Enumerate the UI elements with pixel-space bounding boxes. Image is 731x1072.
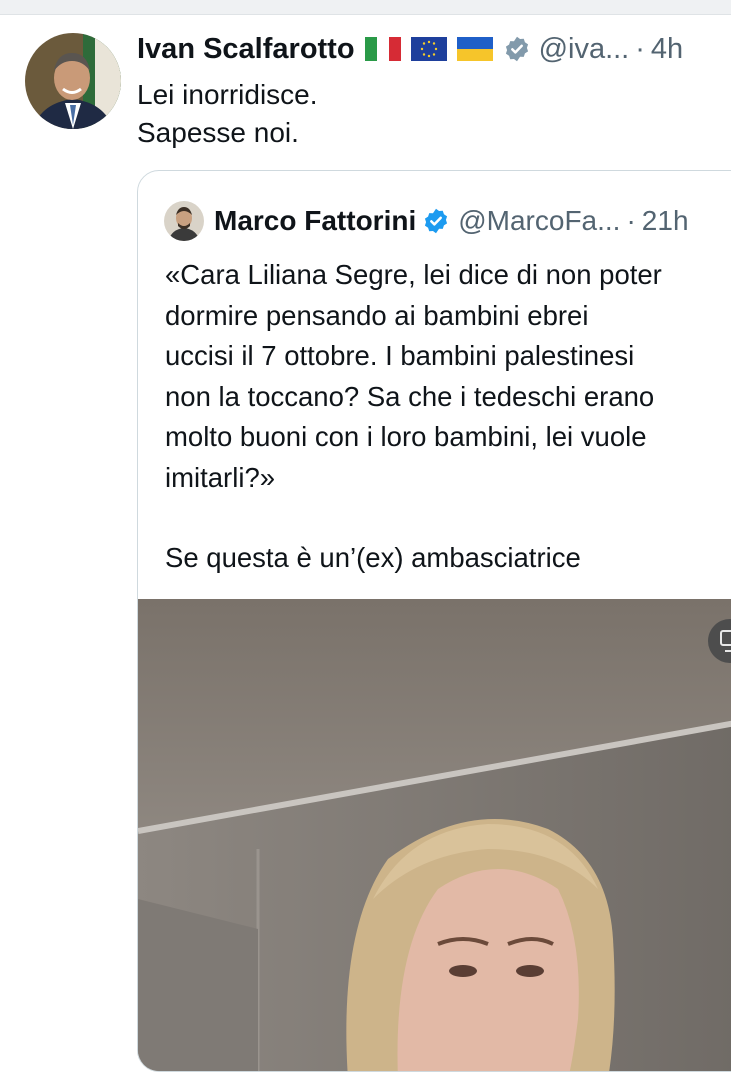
quoted-author-handle[interactable]: @MarcoFa... bbox=[458, 205, 620, 237]
author-avatar[interactable] bbox=[25, 33, 121, 129]
separator-dot: · bbox=[635, 32, 645, 65]
media-options-icon[interactable] bbox=[708, 619, 731, 663]
quoted-text-line: uccisi il 7 ottobre. I bambini palestine… bbox=[165, 340, 635, 371]
quoted-text-line: non la toccano? Sa che i tedeschi erano bbox=[165, 380, 655, 412]
quoted-media-video[interactable] bbox=[138, 599, 731, 1071]
author-handle[interactable]: @iva... bbox=[539, 33, 630, 66]
quoted-author-name[interactable]: Marco Fattorini bbox=[214, 205, 416, 237]
quoted-tweet-text: «Cara Liliana Segre, lei dice di non pot… bbox=[165, 255, 731, 579]
grey-verified-icon[interactable] bbox=[503, 35, 531, 63]
quoted-text-after: Se questa è un’(ex) ambasciatrice bbox=[165, 542, 581, 573]
quoted-text-line: dormire pensando ai bambini ebrei bbox=[165, 299, 589, 331]
tweet-header: Ivan Scalfarotto @iva... · 4h bbox=[137, 29, 731, 69]
eu-flag-icon bbox=[410, 37, 447, 61]
media-options-glyph bbox=[720, 630, 731, 652]
tweet-text-line: Lei inorridisce. bbox=[137, 79, 318, 110]
blue-verified-icon[interactable] bbox=[422, 207, 450, 235]
quoted-text-line: imitarli?» bbox=[165, 461, 276, 493]
quoted-text-line: molto buoni con i loro bambini, lei vuol… bbox=[165, 421, 647, 452]
tweet-time[interactable]: 4h bbox=[651, 33, 683, 66]
tweet-text: Lei inorridisce. Sapesse noi. bbox=[137, 76, 697, 152]
tweet-text-line: Sapesse noi. bbox=[137, 117, 299, 148]
quoted-separator-dot: · bbox=[626, 205, 636, 236]
quoted-tweet-time[interactable]: 21h bbox=[642, 205, 689, 237]
italy-flag-icon bbox=[364, 37, 401, 61]
quoted-author-avatar[interactable] bbox=[164, 201, 204, 241]
avatar-photo bbox=[25, 33, 121, 129]
ukraine-flag-icon bbox=[456, 37, 493, 61]
quoted-tweet-header: Marco Fattorini @MarcoFa... · 21h bbox=[164, 199, 731, 243]
video-frame bbox=[138, 599, 731, 1071]
author-name[interactable]: Ivan Scalfarotto bbox=[137, 33, 355, 66]
quoted-avatar-photo bbox=[164, 201, 204, 241]
quoted-text-line: «Cara Liliana Segre, lei dice di non pot… bbox=[165, 259, 662, 290]
top-edge-bar bbox=[0, 0, 731, 15]
